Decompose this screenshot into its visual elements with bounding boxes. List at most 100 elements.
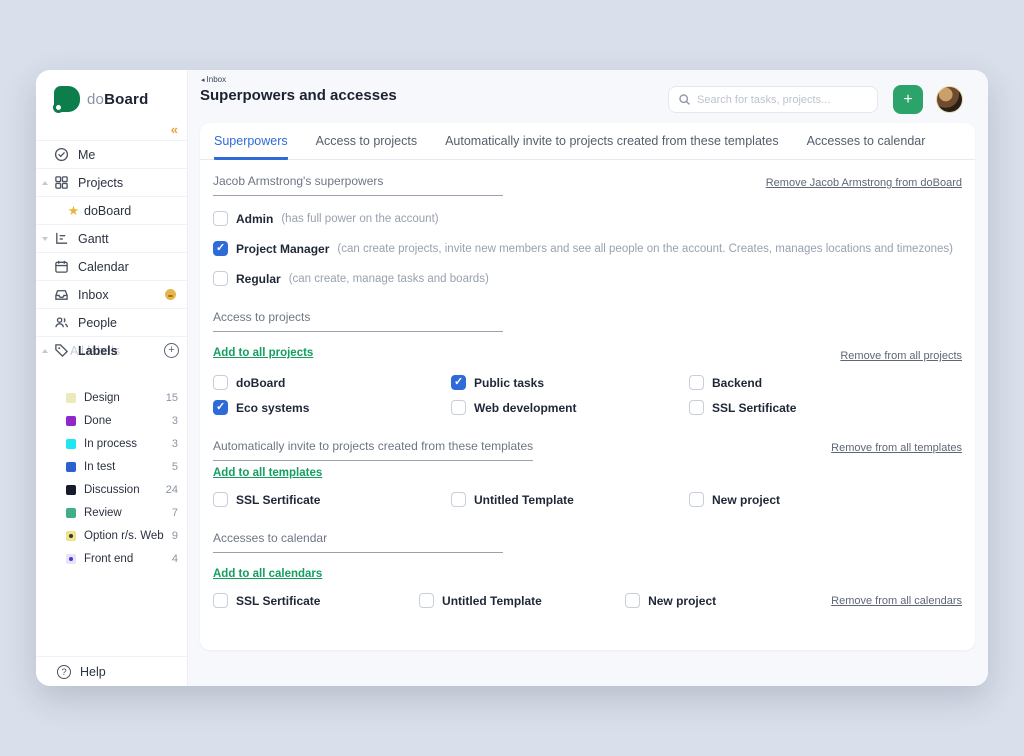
label-item-front-end[interactable]: Front end 4 bbox=[36, 547, 188, 570]
inbox-icon bbox=[54, 287, 69, 302]
sidebar-item-help[interactable]: ? Help bbox=[36, 656, 188, 686]
tab-accesses-to-calendar[interactable]: Accesses to calendar bbox=[807, 123, 926, 160]
superpower-option-project-manager: Project Manager (can create projects, in… bbox=[213, 241, 962, 256]
section-heading: Access to projects bbox=[213, 310, 503, 332]
template-option: SSL Sertificate bbox=[213, 492, 451, 507]
project-option: Public tasks bbox=[451, 375, 689, 390]
add-button[interactable]: + bbox=[893, 85, 923, 114]
sidebar-item-calendar[interactable]: Calendar bbox=[36, 252, 188, 280]
sidebar-item-me[interactable]: Me bbox=[36, 140, 188, 168]
search-input[interactable] bbox=[697, 94, 867, 106]
search-bar[interactable] bbox=[668, 86, 878, 113]
label-item-design[interactable]: Design 15 bbox=[36, 386, 188, 409]
ssl-sertificate-calendar-checkbox[interactable] bbox=[213, 593, 228, 608]
people-icon bbox=[54, 315, 69, 330]
sidebar-nav: Me Projects ★ doBoard Gantt bbox=[36, 140, 188, 364]
backend-checkbox[interactable] bbox=[689, 375, 704, 390]
label-color-swatch bbox=[66, 508, 76, 518]
calendar-checkbox-row: SSL Sertificate Untitled Template New pr… bbox=[213, 593, 962, 608]
ssl-sertificate-template-checkbox[interactable] bbox=[213, 492, 228, 507]
section-heading: Automatically invite to projects created… bbox=[213, 439, 533, 461]
section-superpowers: Jacob Armstrong's superpowers Remove Jac… bbox=[213, 174, 962, 286]
ssl-sertificate-checkbox[interactable] bbox=[689, 400, 704, 415]
collapse-down-icon[interactable] bbox=[42, 237, 48, 241]
doboard-logo-icon bbox=[54, 86, 80, 112]
remove-from-doboard-link[interactable]: Remove Jacob Armstrong from doBoard bbox=[766, 177, 962, 189]
section-access-to-projects: Access to projects Add to all projects R… bbox=[213, 310, 962, 415]
projects-checkbox-grid: doBoard Public tasks Backend Eco sy bbox=[213, 375, 962, 415]
tab-superpowers[interactable]: Superpowers bbox=[214, 123, 288, 160]
regular-checkbox[interactable] bbox=[213, 271, 228, 286]
new-project-template-checkbox[interactable] bbox=[689, 492, 704, 507]
calendar-option: SSL Sertificate bbox=[213, 593, 419, 608]
breadcrumb[interactable]: ◂Inbox bbox=[201, 75, 226, 84]
template-option: New project bbox=[689, 492, 927, 507]
page-title: Superpowers and accesses bbox=[200, 87, 397, 104]
label-color-swatch bbox=[66, 439, 76, 449]
label-item-review[interactable]: Review 7 bbox=[36, 501, 188, 524]
label-color-swatch bbox=[66, 416, 76, 426]
remove-from-all-templates-link[interactable]: Remove from all templates bbox=[831, 442, 962, 454]
web-development-checkbox[interactable] bbox=[451, 400, 466, 415]
tab-access-to-projects[interactable]: Access to projects bbox=[316, 123, 417, 160]
label-color-swatch bbox=[66, 554, 76, 564]
app-window: doBoard « Me Projects ★ doBoard bbox=[36, 70, 988, 686]
label-item-option-rs-web[interactable]: Option r/s. Web 9 bbox=[36, 524, 188, 547]
eco-systems-checkbox[interactable] bbox=[213, 400, 228, 415]
label-item-discussion[interactable]: Discussion 24 bbox=[36, 478, 188, 501]
add-to-all-templates-link[interactable]: Add to all templates bbox=[213, 467, 322, 479]
remove-from-all-projects-link[interactable]: Remove from all projects bbox=[840, 350, 962, 362]
sidebar-item-projects[interactable]: Projects bbox=[36, 168, 188, 196]
calendar-icon bbox=[54, 259, 69, 274]
sidebar-item-labels[interactable]: All labels Labels + bbox=[36, 336, 188, 364]
collapse-up-icon[interactable] bbox=[42, 181, 48, 185]
label-item-in-test[interactable]: In test 5 bbox=[36, 455, 188, 478]
avatar[interactable] bbox=[936, 86, 963, 113]
check-circle-icon bbox=[54, 147, 69, 162]
brand-logo[interactable]: doBoard bbox=[54, 86, 148, 112]
add-label-icon[interactable]: + bbox=[164, 343, 179, 358]
project-option: SSL Sertificate bbox=[689, 400, 962, 415]
doboard-checkbox[interactable] bbox=[213, 375, 228, 390]
project-option: doBoard bbox=[213, 375, 451, 390]
tab-auto-invite-templates[interactable]: Automatically invite to projects created… bbox=[445, 123, 778, 160]
add-to-all-projects-link[interactable]: Add to all projects bbox=[213, 347, 313, 359]
sidebar-collapse-icon[interactable]: « bbox=[171, 122, 178, 137]
sidebar-item-inbox[interactable]: Inbox bbox=[36, 280, 188, 308]
labels-list: Design 15 Done 3 In process 3 In test 5 … bbox=[36, 386, 188, 570]
label-color-swatch bbox=[66, 485, 76, 495]
label-item-in-process[interactable]: In process 3 bbox=[36, 432, 188, 455]
project-option: Eco systems bbox=[213, 400, 451, 415]
project-option: Backend bbox=[689, 375, 962, 390]
section-accesses-to-calendar: Accesses to calendar Add to all calendar… bbox=[213, 531, 962, 608]
label-color-swatch bbox=[66, 462, 76, 472]
label-item-done[interactable]: Done 3 bbox=[36, 409, 188, 432]
calendar-option: New project bbox=[625, 593, 831, 608]
remove-from-all-calendars-link[interactable]: Remove from all calendars bbox=[831, 595, 962, 607]
untitled-template-calendar-checkbox[interactable] bbox=[419, 593, 434, 608]
superpower-option-admin: Admin (has full power on the account) bbox=[213, 211, 962, 226]
sidebar-item-doboard-project[interactable]: ★ doBoard bbox=[36, 196, 188, 224]
back-arrow-icon: ◂ bbox=[201, 77, 205, 84]
help-icon: ? bbox=[57, 665, 71, 679]
admin-checkbox[interactable] bbox=[213, 211, 228, 226]
public-tasks-checkbox[interactable] bbox=[451, 375, 466, 390]
grid-icon bbox=[54, 175, 69, 190]
project-option: Web development bbox=[451, 400, 689, 415]
section-heading: Jacob Armstrong's superpowers bbox=[213, 174, 503, 196]
search-icon bbox=[678, 93, 691, 106]
main-area: ◂Inbox Superpowers and accesses + Superp… bbox=[188, 70, 988, 686]
project-manager-checkbox[interactable] bbox=[213, 241, 228, 256]
collapse-up-icon[interactable] bbox=[42, 349, 48, 353]
sidebar-item-people[interactable]: People bbox=[36, 308, 188, 336]
template-option: Untitled Template bbox=[451, 492, 689, 507]
content-card: Superpowers Access to projects Automatic… bbox=[200, 123, 975, 650]
add-to-all-calendars-link[interactable]: Add to all calendars bbox=[213, 568, 322, 580]
untitled-template-checkbox[interactable] bbox=[451, 492, 466, 507]
label-color-swatch bbox=[66, 531, 76, 541]
superpower-option-regular: Regular (can create, manage tasks and bo… bbox=[213, 271, 962, 286]
calendar-option: Untitled Template bbox=[419, 593, 625, 608]
sidebar-item-gantt[interactable]: Gantt bbox=[36, 224, 188, 252]
new-project-calendar-checkbox[interactable] bbox=[625, 593, 640, 608]
section-auto-invite-templates: Automatically invite to projects created… bbox=[213, 439, 962, 507]
